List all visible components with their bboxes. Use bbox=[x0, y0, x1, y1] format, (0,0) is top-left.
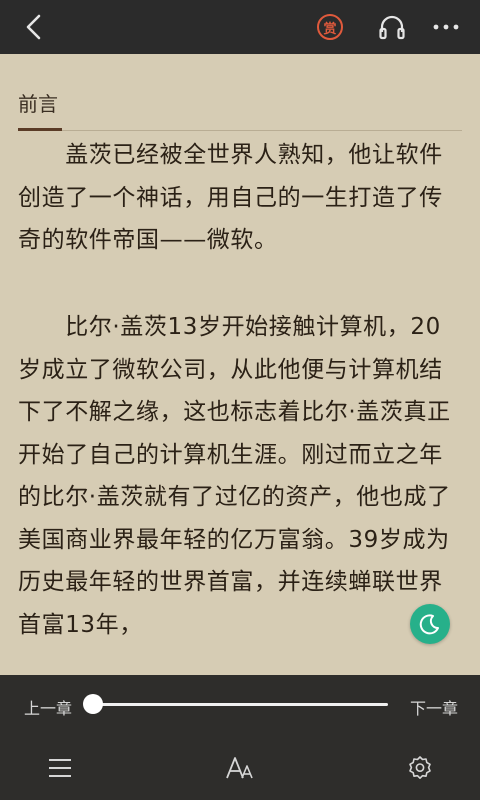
reward-icon: 赏 bbox=[317, 14, 343, 40]
font-size-icon bbox=[226, 757, 253, 779]
slider-thumb[interactable] bbox=[83, 694, 103, 714]
title-underline-accent bbox=[18, 128, 62, 131]
headphones-icon bbox=[379, 15, 405, 40]
moon-icon bbox=[419, 614, 439, 635]
listen-button[interactable] bbox=[372, 0, 412, 54]
paragraph: 盖茨已经被全世界人熟知，他让软件创造了一个神话，用自己的一生打造了传奇的软件帝国… bbox=[18, 142, 443, 253]
reward-button[interactable]: 赏 bbox=[312, 0, 348, 54]
bottom-control-panel: 上一章 下一章 bbox=[0, 675, 480, 800]
chapter-progress-slider[interactable] bbox=[92, 703, 388, 706]
catalog-button[interactable] bbox=[42, 753, 78, 783]
back-button[interactable] bbox=[14, 0, 54, 54]
font-button[interactable] bbox=[222, 753, 258, 783]
next-chapter-button[interactable]: 下一章 bbox=[410, 695, 458, 719]
more-dots-icon bbox=[433, 24, 459, 30]
more-button[interactable] bbox=[426, 0, 466, 54]
paragraph: 比尔·盖茨13岁开始接触计算机，20岁成立了微软公司，从此他便与计算机结下了不解… bbox=[18, 314, 451, 638]
title-divider bbox=[18, 130, 462, 131]
chapter-title: 前言 bbox=[18, 92, 58, 116]
prev-chapter-button[interactable]: 上一章 bbox=[24, 695, 72, 719]
top-toolbar: 赏 bbox=[0, 0, 480, 54]
settings-gear-icon bbox=[409, 756, 431, 779]
menu-list-icon bbox=[49, 759, 71, 777]
night-mode-button[interactable] bbox=[410, 604, 450, 644]
settings-button[interactable] bbox=[402, 753, 438, 783]
back-arrow-icon bbox=[26, 14, 41, 40]
